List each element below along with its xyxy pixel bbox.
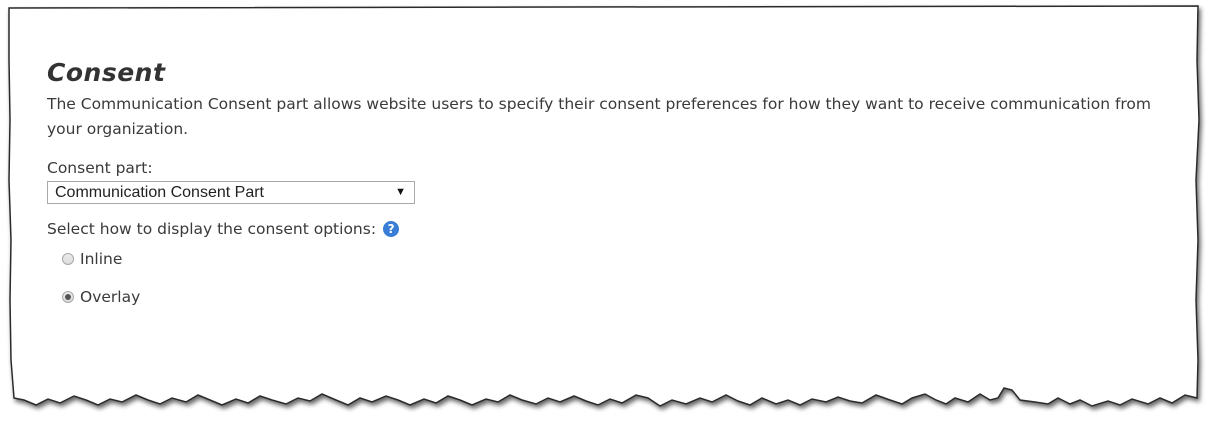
radio-overlay-label: Overlay (80, 288, 141, 306)
radio-inline[interactable] (62, 253, 74, 265)
radio-option-overlay[interactable]: Overlay (62, 287, 1177, 307)
display-options-label-row: Select how to display the consent option… (47, 219, 1177, 239)
radio-overlay[interactable] (62, 291, 74, 303)
section-description: The Communication Consent part allows we… (47, 95, 1152, 138)
question-circle-icon[interactable]: ? (383, 221, 400, 237)
consent-part-select[interactable]: Communication Consent Part ▼ (47, 181, 415, 204)
radio-option-inline[interactable]: Inline (62, 249, 1177, 269)
consent-part-label: Consent part: (47, 159, 153, 177)
display-options-label: Select how to display the consent option… (47, 220, 377, 238)
radio-inline-label: Inline (80, 250, 123, 268)
consent-section: Consent The Communication Consent part a… (47, 58, 1177, 307)
section-title: Consent (47, 58, 166, 87)
consent-part-selected-value: Communication Consent Part (55, 184, 264, 201)
triangle-down-icon: ▼ (395, 186, 406, 198)
